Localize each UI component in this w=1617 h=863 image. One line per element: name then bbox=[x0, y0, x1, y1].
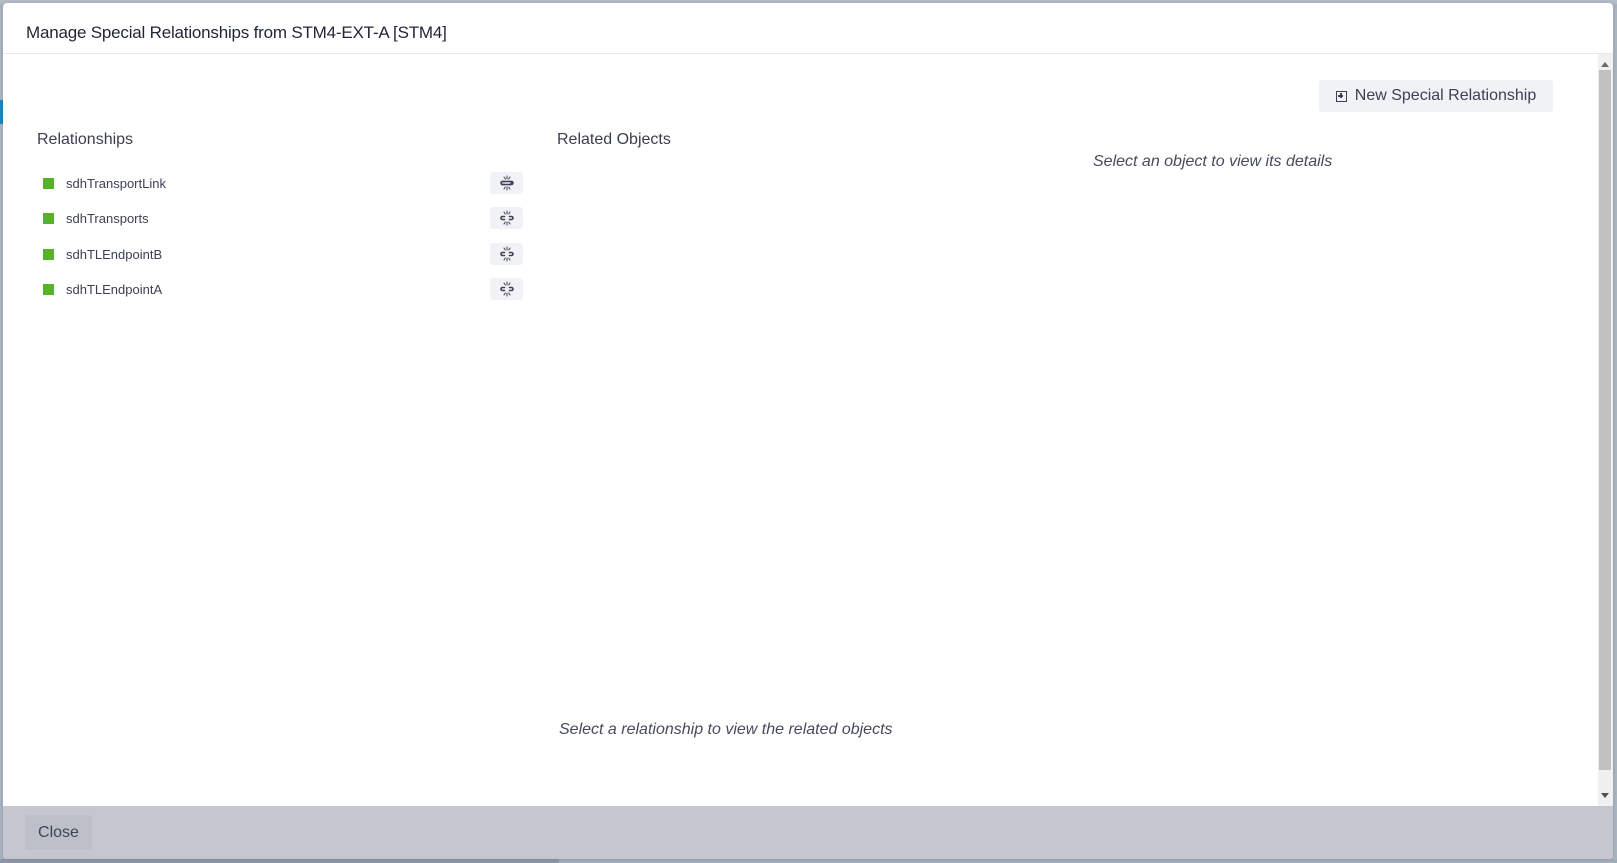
scroll-up-arrow-icon[interactable] bbox=[1601, 62, 1609, 67]
relationship-label: sdhTLEndpointA bbox=[66, 282, 163, 298]
vertical-scrollbar[interactable] bbox=[1598, 54, 1613, 806]
relationship-label: sdhTransports bbox=[66, 211, 149, 227]
relationship-item[interactable]: sdhTransportLink bbox=[37, 166, 523, 201]
unlink-relationship-button[interactable] bbox=[490, 207, 523, 230]
unlink-icon bbox=[499, 281, 514, 297]
dialog-header: Manage Special Relationships from STM4-E… bbox=[3, 3, 1613, 54]
object-details-empty-hint: Select an object to view its details bbox=[1093, 153, 1333, 170]
unlink-icon bbox=[499, 175, 514, 191]
manage-relationships-dialog: Manage Special Relationships from STM4-E… bbox=[3, 3, 1613, 859]
relationship-item[interactable]: sdhTLEndpointA bbox=[37, 272, 523, 307]
plus-square-icon bbox=[1335, 90, 1347, 102]
relationship-indicator-icon bbox=[43, 248, 54, 260]
scroll-down-arrow-icon[interactable] bbox=[1601, 793, 1609, 798]
dialog-footer: Close bbox=[3, 806, 1613, 859]
relationship-label: sdhTLEndpointB bbox=[66, 246, 163, 262]
dialog-body: New Special Relationship Relationships R… bbox=[3, 54, 1598, 806]
unlink-icon bbox=[499, 246, 514, 262]
new-special-relationship-label: New Special Relationship bbox=[1354, 87, 1537, 104]
background-bottom-segment bbox=[0, 859, 559, 863]
related-objects-heading: Related Objects bbox=[557, 131, 671, 148]
relationship-indicator-icon bbox=[43, 284, 54, 296]
relationship-item[interactable]: sdhTLEndpointB bbox=[37, 237, 523, 272]
relationship-item[interactable]: sdhTransports bbox=[37, 201, 523, 236]
relationship-indicator-icon bbox=[43, 178, 54, 190]
close-button[interactable]: Close bbox=[25, 815, 92, 850]
new-special-relationship-button[interactable]: New Special Relationship bbox=[1319, 80, 1553, 112]
unlink-relationship-button[interactable] bbox=[490, 242, 523, 265]
relationship-label: sdhTransportLink bbox=[66, 176, 166, 192]
dialog-title: Manage Special Relationships from STM4-E… bbox=[26, 23, 447, 42]
unlink-relationship-button[interactable] bbox=[490, 277, 523, 300]
relationship-indicator-icon bbox=[43, 213, 54, 225]
scrollbar-thumb[interactable] bbox=[1599, 70, 1611, 770]
unlink-relationship-button[interactable] bbox=[490, 172, 523, 194]
unlink-icon bbox=[499, 210, 514, 226]
related-objects-empty-hint: Select a relationship to view the relate… bbox=[559, 721, 893, 738]
relationships-list: sdhTransportLink sdhTransports sdhTLEndp… bbox=[37, 166, 523, 307]
relationships-heading: Relationships bbox=[37, 131, 134, 148]
